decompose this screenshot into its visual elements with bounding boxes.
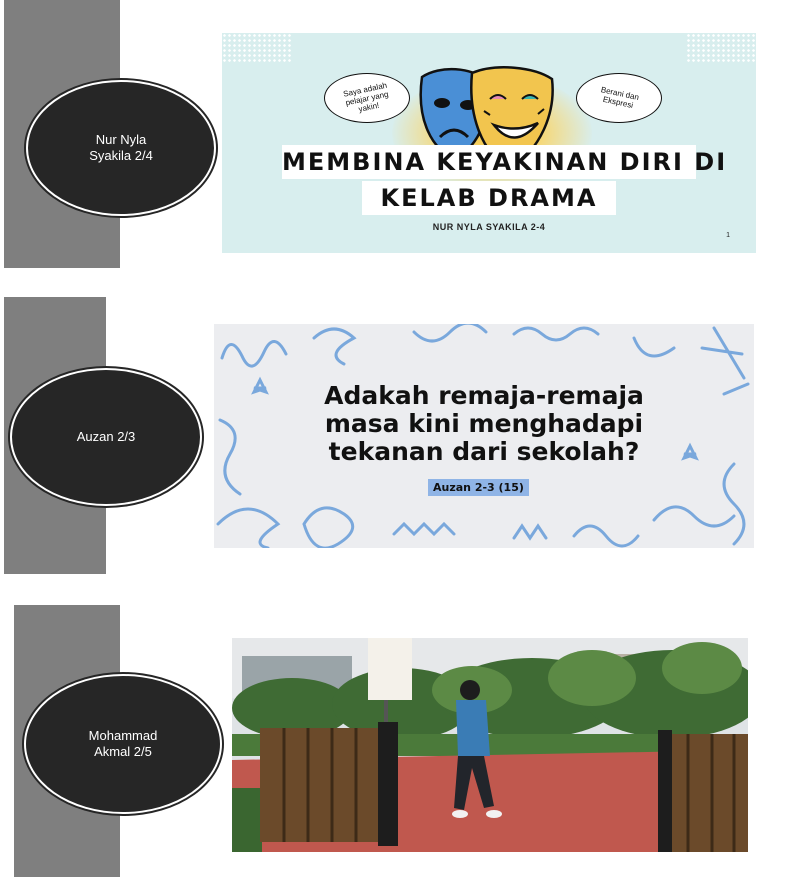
question-line-2: masa kini menghadapi: [324, 409, 644, 438]
student-name-oval-1: Nur Nyla Syakila 2/4: [28, 82, 214, 214]
student-name-oval-2: Auzan 2/3: [12, 370, 200, 504]
question-line-1: Adakah remaja-remaja: [324, 381, 644, 410]
dot-pattern: [222, 33, 292, 63]
garden-scene-image: [232, 638, 748, 852]
student-name-1: Nur Nyla Syakila 2/4: [89, 132, 153, 163]
student-name-3: Mohammad Akmal 2/5: [88, 728, 158, 759]
slide-title-line-1: MEMBINA KEYAKINAN DIRI DI: [282, 145, 725, 179]
slide-title-line-2: KELAB DRAMA: [362, 181, 616, 215]
slide-question: Adakah remaja-remaja masa kini menghadap…: [214, 382, 754, 466]
bubble-right-text: Berani dan Ekspresi: [600, 85, 640, 110]
speech-bubble-right: Berani dan Ekspresi: [576, 73, 662, 123]
author-tag: Auzan 2-3 (15): [428, 479, 529, 496]
bubble-left-text: Saya adalah pelajar yang yakin!: [342, 80, 390, 114]
dot-pattern: [686, 33, 756, 63]
video-thumbnail-photo[interactable]: [232, 638, 748, 852]
speech-bubble-left: Saya adalah pelajar yang yakin!: [324, 73, 410, 123]
slide-author: NUR NYLA SYAKILA 2-4: [432, 222, 546, 232]
question-line-3: tekanan dari sekolah?: [328, 437, 640, 466]
student-name-oval-3: Mohammad Akmal 2/5: [26, 676, 220, 812]
slide-page-number: 1: [726, 232, 730, 239]
slide-thumbnail-2[interactable]: Adakah remaja-remaja masa kini menghadap…: [214, 324, 754, 548]
student-name-2: Auzan 2/3: [76, 429, 136, 444]
slide-thumbnail-1[interactable]: Saya adalah pelajar yang yakin! Berani d…: [222, 33, 756, 253]
